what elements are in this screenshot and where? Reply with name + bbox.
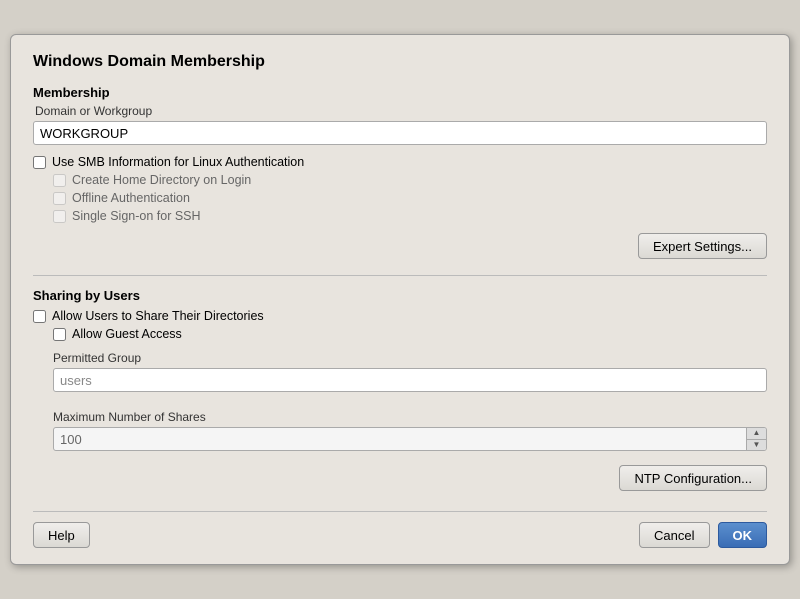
smb-label[interactable]: Use SMB Information for Linux Authentica… bbox=[52, 155, 304, 169]
ntp-row: NTP Configuration... bbox=[33, 465, 767, 491]
permitted-group-input[interactable] bbox=[53, 368, 767, 392]
home-dir-label[interactable]: Create Home Directory on Login bbox=[72, 173, 251, 187]
offline-auth-checkbox-row: Offline Authentication bbox=[53, 191, 767, 205]
expert-settings-button[interactable]: Expert Settings... bbox=[638, 233, 767, 259]
home-dir-checkbox-row: Create Home Directory on Login bbox=[53, 173, 767, 187]
membership-section-label: Membership bbox=[33, 85, 767, 100]
smb-sub-options: Create Home Directory on Login Offline A… bbox=[53, 173, 767, 223]
domain-input[interactable] bbox=[33, 121, 767, 145]
help-button[interactable]: Help bbox=[33, 522, 90, 548]
spinner-up-button[interactable]: ▲ bbox=[747, 428, 766, 440]
bottom-right-buttons: Cancel OK bbox=[639, 522, 767, 548]
permitted-group-label: Permitted Group bbox=[53, 351, 767, 365]
bottom-bar: Help Cancel OK bbox=[33, 511, 767, 548]
sso-ssh-checkbox[interactable] bbox=[53, 210, 66, 223]
home-dir-checkbox[interactable] bbox=[53, 174, 66, 187]
allow-share-checkbox-row: Allow Users to Share Their Directories bbox=[33, 309, 767, 323]
membership-section: Membership Domain or Workgroup Use SMB I… bbox=[33, 85, 767, 259]
max-shares-input[interactable] bbox=[53, 427, 767, 451]
max-shares-spinner: ▲ ▼ bbox=[53, 427, 767, 451]
offline-auth-checkbox[interactable] bbox=[53, 192, 66, 205]
max-shares-field: Maximum Number of Shares ▲ ▼ bbox=[53, 410, 767, 451]
ok-button[interactable]: OK bbox=[718, 522, 768, 548]
spinner-button-group: ▲ ▼ bbox=[746, 428, 766, 450]
allow-guest-checkbox-row: Allow Guest Access bbox=[53, 327, 767, 341]
smb-checkbox-row: Use SMB Information for Linux Authentica… bbox=[33, 155, 767, 169]
ntp-configuration-button[interactable]: NTP Configuration... bbox=[619, 465, 767, 491]
cancel-button[interactable]: Cancel bbox=[639, 522, 709, 548]
spinner-down-button[interactable]: ▼ bbox=[747, 440, 766, 451]
sso-ssh-label[interactable]: Single Sign-on for SSH bbox=[72, 209, 201, 223]
domain-or-workgroup-label: Domain or Workgroup bbox=[35, 104, 767, 118]
sso-ssh-checkbox-row: Single Sign-on for SSH bbox=[53, 209, 767, 223]
allow-guest-checkbox[interactable] bbox=[53, 328, 66, 341]
smb-checkbox[interactable] bbox=[33, 156, 46, 169]
allow-share-checkbox[interactable] bbox=[33, 310, 46, 323]
max-shares-label: Maximum Number of Shares bbox=[53, 410, 767, 424]
dialog-title: Windows Domain Membership bbox=[33, 53, 767, 71]
allow-share-label[interactable]: Allow Users to Share Their Directories bbox=[52, 309, 264, 323]
expert-row: Expert Settings... bbox=[33, 233, 767, 259]
allow-guest-label[interactable]: Allow Guest Access bbox=[72, 327, 182, 341]
permitted-group-field: Permitted Group bbox=[53, 351, 767, 400]
sharing-section-label: Sharing by Users bbox=[33, 288, 767, 303]
sharing-section: Sharing by Users Allow Users to Share Th… bbox=[33, 275, 767, 451]
offline-auth-label[interactable]: Offline Authentication bbox=[72, 191, 190, 205]
windows-domain-dialog: Windows Domain Membership Membership Dom… bbox=[10, 34, 790, 565]
